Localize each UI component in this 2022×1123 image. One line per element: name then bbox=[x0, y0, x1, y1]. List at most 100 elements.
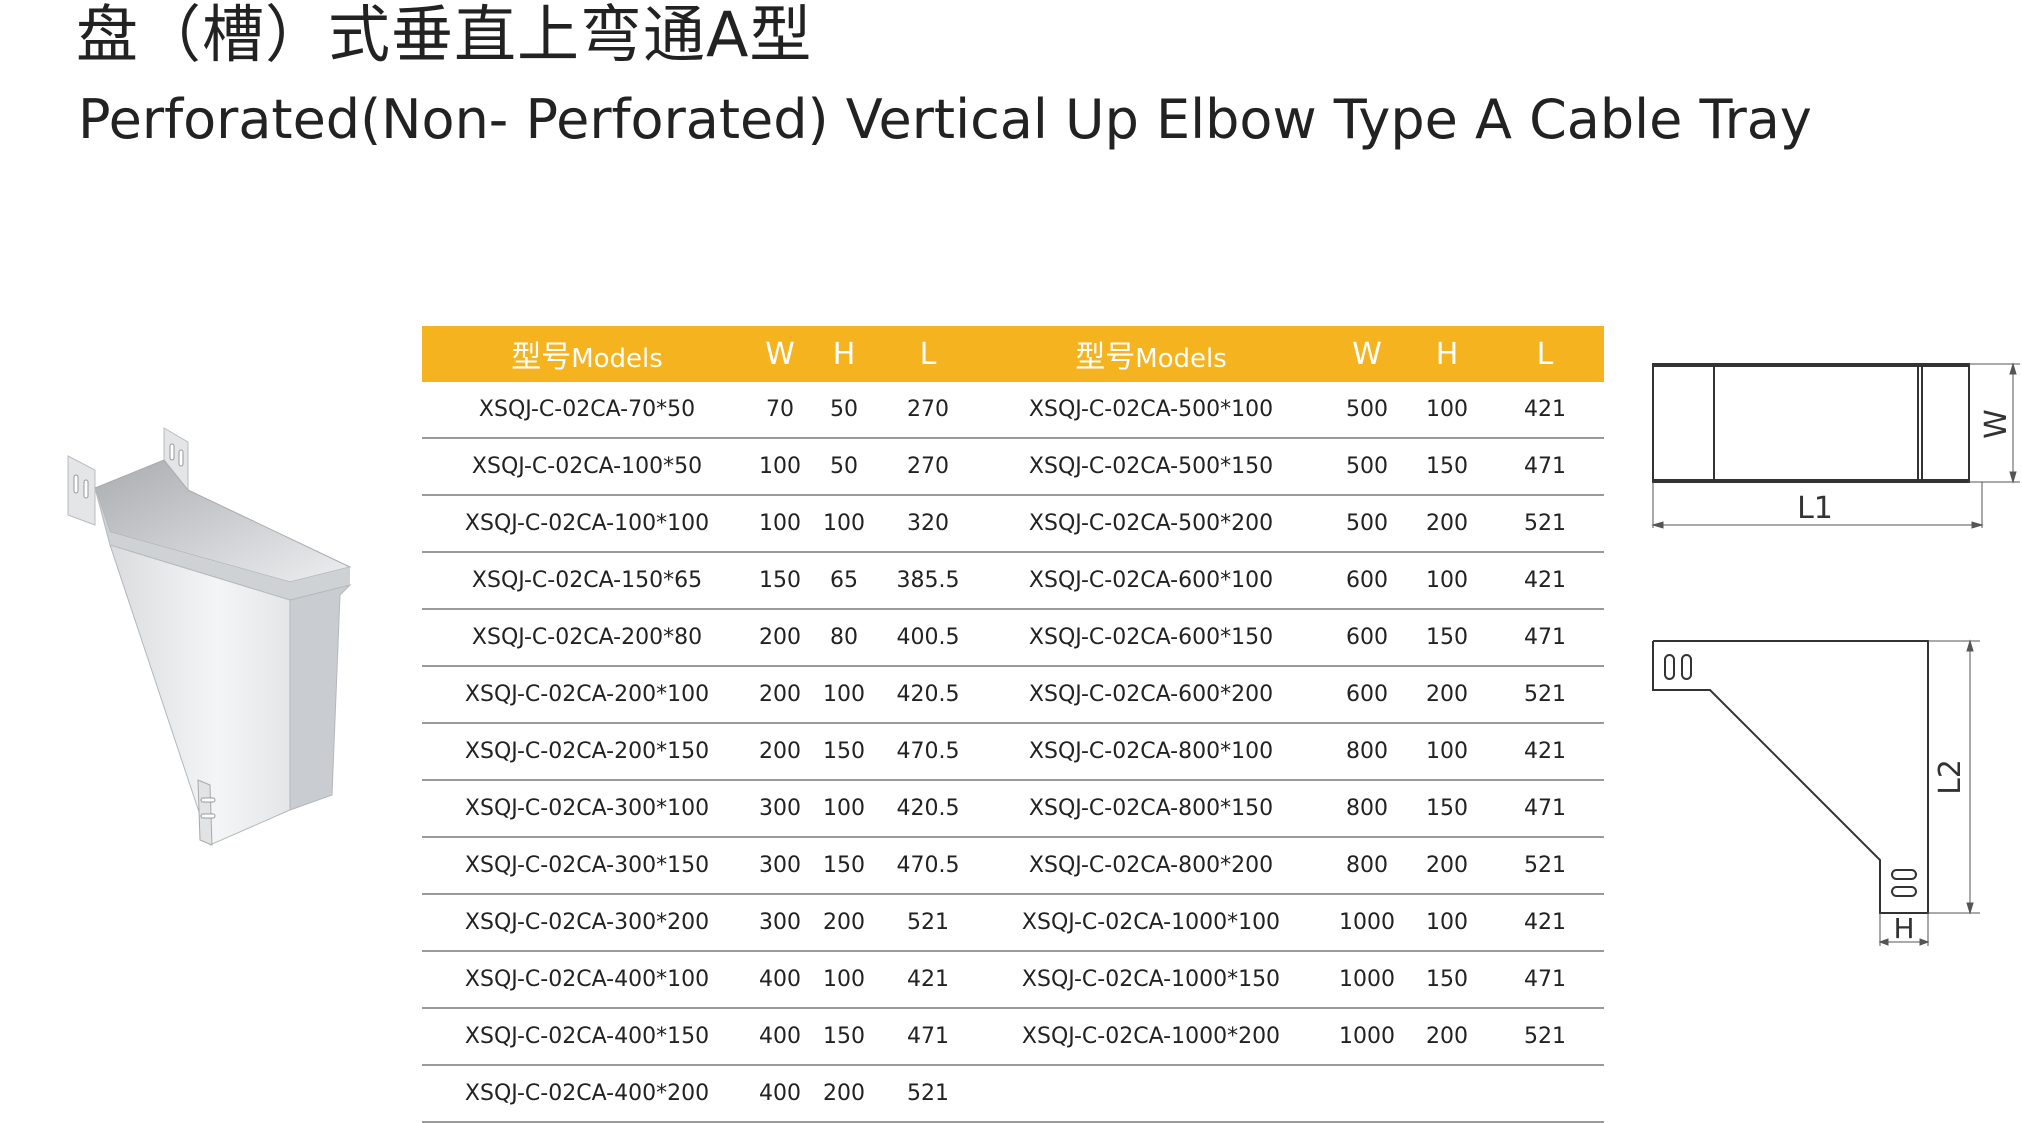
right-l-cell bbox=[1486, 1065, 1604, 1123]
right-h-cell: 150 bbox=[1408, 438, 1486, 496]
left-model-cell: XSQJ-C-02CA-200*150 bbox=[422, 723, 752, 781]
left-w-cell: 100 bbox=[752, 495, 808, 553]
right-w-cell: 1000 bbox=[1326, 951, 1408, 1009]
right-model-cell: XSQJ-C-02CA-500*100 bbox=[976, 382, 1326, 439]
left-l-cell: 521 bbox=[880, 894, 976, 952]
right-w-cell: 800 bbox=[1326, 837, 1408, 895]
left-h-cell: 50 bbox=[808, 382, 880, 439]
slot-hole bbox=[1891, 886, 1917, 897]
left-model-cell: XSQJ-C-02CA-100*100 bbox=[422, 495, 752, 553]
left-model-cell: XSQJ-C-02CA-400*200 bbox=[422, 1065, 752, 1123]
header-models-cn: 型号 bbox=[1075, 340, 1136, 375]
left-l-cell: 471 bbox=[880, 1008, 976, 1066]
header-h-right: H bbox=[1408, 326, 1486, 382]
left-model-cell: XSQJ-C-02CA-200*80 bbox=[422, 609, 752, 667]
left-h-cell: 80 bbox=[808, 609, 880, 667]
dimension-label-l1: L1 bbox=[1797, 491, 1833, 526]
table-row: XSQJ-C-02CA-70*50 70 50 270 XSQJ-C-02CA-500*… bbox=[422, 382, 1604, 439]
right-w-cell: 600 bbox=[1326, 609, 1408, 667]
left-w-cell: 200 bbox=[752, 609, 808, 667]
right-model-cell: XSQJ-C-02CA-600*200 bbox=[976, 666, 1326, 724]
right-w-cell: 1000 bbox=[1326, 894, 1408, 952]
right-w-cell: 500 bbox=[1326, 438, 1408, 496]
table-row: XSQJ-C-02CA-400*150 400 150 471 XSQJ-C-02CA-… bbox=[422, 1008, 1604, 1066]
left-h-cell: 150 bbox=[808, 723, 880, 781]
right-model-cell: XSQJ-C-02CA-500*150 bbox=[976, 438, 1326, 496]
left-h-cell: 150 bbox=[808, 837, 880, 895]
left-h-cell: 200 bbox=[808, 894, 880, 952]
side-view-outline bbox=[1652, 640, 1929, 914]
side-view-drawing: L2 H bbox=[1652, 639, 1980, 946]
left-model-cell: XSQJ-C-02CA-150*65 bbox=[422, 552, 752, 610]
right-h-cell: 150 bbox=[1408, 951, 1486, 1009]
left-l-cell: 420.5 bbox=[880, 666, 976, 724]
right-model-cell: XSQJ-C-02CA-1000*100 bbox=[976, 894, 1326, 952]
table-row: XSQJ-C-02CA-200*150 200 150 470.5 XSQJ-C-02C… bbox=[422, 723, 1604, 781]
left-w-cell: 400 bbox=[752, 1065, 808, 1123]
right-w-cell: 600 bbox=[1326, 552, 1408, 610]
page-title-chinese: 盘（槽）式垂直上弯通A型 bbox=[76, 0, 813, 71]
left-w-cell: 200 bbox=[752, 723, 808, 781]
left-model-cell: XSQJ-C-02CA-70*50 bbox=[422, 382, 752, 439]
right-l-cell: 521 bbox=[1486, 666, 1604, 724]
right-l-cell: 421 bbox=[1486, 894, 1604, 952]
left-w-cell: 300 bbox=[752, 837, 808, 895]
right-w-cell: 800 bbox=[1326, 723, 1408, 781]
table-row: XSQJ-C-02CA-200*80 200 80 400.5 XSQJ-C-02CA-… bbox=[422, 609, 1604, 667]
left-l-cell: 320 bbox=[880, 495, 976, 553]
table-row: XSQJ-C-02CA-100*50 100 50 270 XSQJ-C-02CA-50… bbox=[422, 438, 1604, 496]
left-model-cell: XSQJ-C-02CA-300*200 bbox=[422, 894, 752, 952]
left-model-cell: XSQJ-C-02CA-100*50 bbox=[422, 438, 752, 496]
header-w-right: W bbox=[1326, 326, 1408, 382]
page-title-english: Perforated(Non- Perforated) Vertical Up … bbox=[78, 88, 1812, 151]
right-l-cell: 421 bbox=[1486, 723, 1604, 781]
header-h-left: H bbox=[808, 326, 880, 382]
right-h-cell: 150 bbox=[1408, 609, 1486, 667]
left-l-cell: 385.5 bbox=[880, 552, 976, 610]
left-h-cell: 100 bbox=[808, 780, 880, 838]
right-h-cell: 100 bbox=[1408, 894, 1486, 952]
header-models-right: 型号Models bbox=[976, 326, 1326, 382]
right-h-cell: 200 bbox=[1408, 666, 1486, 724]
left-l-cell: 420.5 bbox=[880, 780, 976, 838]
left-l-cell: 470.5 bbox=[880, 837, 976, 895]
table-row: XSQJ-C-02CA-400*200 400 200 521 bbox=[422, 1065, 1604, 1123]
header-l-left: L bbox=[880, 326, 976, 382]
right-h-cell: 200 bbox=[1408, 837, 1486, 895]
right-l-cell: 471 bbox=[1486, 780, 1604, 838]
top-view-drawing: L1 W bbox=[1651, 362, 2020, 529]
right-w-cell: 500 bbox=[1326, 495, 1408, 553]
table-row: XSQJ-C-02CA-400*100 400 100 421 XSQJ-C-02CA-… bbox=[422, 951, 1604, 1009]
right-l-cell: 421 bbox=[1486, 552, 1604, 610]
dimension-label-w: W bbox=[1979, 409, 2014, 439]
right-model-cell: XSQJ-C-02CA-600*150 bbox=[976, 609, 1326, 667]
right-model-cell: XSQJ-C-02CA-800*200 bbox=[976, 837, 1326, 895]
right-h-cell: 200 bbox=[1408, 1008, 1486, 1066]
right-l-cell: 421 bbox=[1486, 382, 1604, 439]
left-w-cell: 200 bbox=[752, 666, 808, 724]
header-models-cn: 型号 bbox=[511, 340, 572, 375]
left-w-cell: 150 bbox=[752, 552, 808, 610]
right-l-cell: 521 bbox=[1486, 1008, 1604, 1066]
right-h-cell: 100 bbox=[1408, 723, 1486, 781]
right-l-cell: 471 bbox=[1486, 951, 1604, 1009]
left-h-cell: 100 bbox=[808, 951, 880, 1009]
left-l-cell: 270 bbox=[880, 438, 976, 496]
right-l-cell: 521 bbox=[1486, 837, 1604, 895]
slot-hole bbox=[1664, 654, 1675, 680]
right-model-cell: XSQJ-C-02CA-800*150 bbox=[976, 780, 1326, 838]
left-w-cell: 400 bbox=[752, 951, 808, 1009]
header-models-left: 型号Models bbox=[422, 326, 752, 382]
left-w-cell: 300 bbox=[752, 780, 808, 838]
product-image-elbow-tray bbox=[67, 427, 352, 846]
right-model-cell bbox=[976, 1065, 1326, 1123]
dimension-label-l2: L2 bbox=[1933, 759, 1968, 795]
table-row: XSQJ-C-02CA-150*65 150 65 385.5 XSQJ-C-02CA-… bbox=[422, 552, 1604, 610]
left-w-cell: 70 bbox=[752, 382, 808, 439]
right-l-cell: 471 bbox=[1486, 438, 1604, 496]
table-row: XSQJ-C-02CA-100*100 100 100 320 XSQJ-C-02CA-… bbox=[422, 495, 1604, 553]
right-model-cell: XSQJ-C-02CA-800*100 bbox=[976, 723, 1326, 781]
right-model-cell: XSQJ-C-02CA-1000*150 bbox=[976, 951, 1326, 1009]
spec-table: 型号Models W H L 型号Models W H L XSQJ-C-02C… bbox=[422, 326, 1604, 1123]
right-w-cell: 1000 bbox=[1326, 1008, 1408, 1066]
